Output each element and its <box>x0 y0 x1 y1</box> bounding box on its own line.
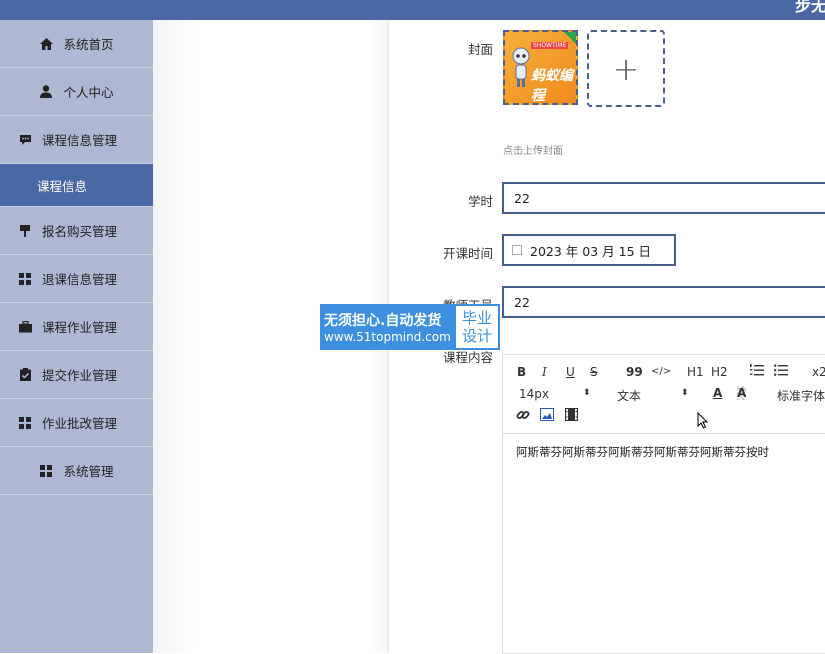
editor-content[interactable]: 阿斯蒂芬阿斯蒂芬阿斯蒂芬阿斯蒂芬阿斯蒂芬按时 <box>503 434 825 470</box>
sidebar-item-label: 作业批改管理 <box>42 416 118 431</box>
font-family-select[interactable]: 标准字体 <box>777 387 825 404</box>
grid-icon <box>18 416 32 430</box>
h2-button[interactable]: H2 <box>711 365 728 379</box>
background-color-icon[interactable]: A <box>737 386 747 400</box>
code-button[interactable]: </> <box>651 366 671 377</box>
plus-icon: + <box>612 49 640 88</box>
upload-cover-button[interactable]: + <box>587 30 665 107</box>
font-color-icon[interactable]: A <box>713 386 722 400</box>
robot-icon <box>512 47 530 87</box>
watermark-line1: 无须担心.自动发货 <box>324 313 442 329</box>
bold-button[interactable]: B <box>517 365 526 379</box>
watermark-tag2: 设计 <box>461 327 492 345</box>
chevron-updown-icon: ⬍ <box>681 388 689 398</box>
sidebar-item-label: 退课信息管理 <box>42 272 118 287</box>
sidebar-item-grading[interactable]: 作业批改管理 <box>0 399 153 447</box>
hours-value: 22 <box>514 190 530 206</box>
sidebar: 系统首页 个人中心 课程信息管理 课程信息 报名购买管理 退课信息管理 课程作业… <box>0 20 153 653</box>
sidebar-item-system[interactable]: 系统管理 <box>0 447 153 495</box>
bullet-list-icon[interactable] <box>774 363 788 380</box>
sidebar-item-label: 系统首页 <box>63 37 114 52</box>
ordered-list-icon[interactable] <box>750 363 764 380</box>
flag-icon <box>18 224 32 238</box>
sidebar-item-label: 课程作业管理 <box>42 320 118 335</box>
user-icon <box>39 85 53 99</box>
italic-button[interactable]: I <box>542 365 547 379</box>
grid-icon <box>39 464 53 478</box>
mouse-cursor-icon <box>697 412 709 429</box>
sidebar-item-withdrawal[interactable]: 退课信息管理 <box>0 255 153 303</box>
cover-label: 封面 <box>467 42 493 57</box>
sidebar-item-label: 系统管理 <box>63 464 114 479</box>
sidebar-item-homework[interactable]: 课程作业管理 <box>0 303 153 351</box>
app-title: 步无忧 <box>794 0 825 15</box>
watermark-tag: 毕业 设计 <box>454 304 500 350</box>
video-icon[interactable] <box>564 407 579 424</box>
editor-toolbar: B I U S 99 </> H1 H2 x2 14px ⬍ 文本 ⬍ A A … <box>503 355 825 434</box>
top-header: 步无忧 <box>0 0 825 20</box>
watermark-banner: 无须担心.自动发货 www.51topmind.com 毕业 设计 <box>320 304 500 350</box>
home-icon <box>39 37 53 51</box>
underline-button[interactable]: U <box>566 365 575 379</box>
sidebar-item-profile[interactable]: 个人中心 <box>0 68 153 116</box>
calendar-icon <box>512 245 522 255</box>
sidebar-item-home[interactable]: 系统首页 <box>0 20 153 68</box>
subscript-button[interactable]: x2 <box>812 365 825 379</box>
watermark-text-block: 无须担心.自动发货 www.51topmind.com <box>320 304 454 350</box>
text-type-select[interactable]: 文本 <box>617 387 641 404</box>
sidebar-item-label: 个人中心 <box>63 85 114 100</box>
rich-text-editor: B I U S 99 </> H1 H2 x2 14px ⬍ 文本 ⬍ A A … <box>502 354 825 654</box>
sidebar-item-course-info[interactable]: 课程信息 <box>0 164 153 207</box>
grid-icon <box>18 272 32 286</box>
teacher-id-input[interactable]: 22 <box>502 286 825 318</box>
h1-button[interactable]: H1 <box>687 365 704 379</box>
sidebar-item-label: 课程信息 <box>37 178 88 194</box>
cover-image[interactable]: SHOWTIME 蚂蚁编程 <box>503 30 578 105</box>
clipboard-check-icon <box>18 368 32 382</box>
cover-image-text: 蚂蚁编程 <box>531 68 573 104</box>
sidebar-item-submission[interactable]: 提交作业管理 <box>0 351 153 399</box>
watermark-line2: www.51topmind.com <box>324 330 451 344</box>
upload-hint: 点击上传封面 <box>503 146 563 157</box>
start-date-value: 2023 年 03 月 15 日 <box>530 243 651 259</box>
start-date-picker[interactable]: 2023 年 03 月 15 日 <box>502 234 676 266</box>
link-icon[interactable] <box>516 408 530 425</box>
sidebar-item-enrollment[interactable]: 报名购买管理 <box>0 207 153 255</box>
image-icon[interactable] <box>540 408 554 424</box>
sidebar-item-label: 提交作业管理 <box>42 368 118 383</box>
start-time-label: 开课时间 <box>442 246 493 261</box>
chevron-updown-icon: ⬍ <box>583 388 591 398</box>
watermark-tag1: 毕业 <box>461 309 492 327</box>
sidebar-item-label: 报名购买管理 <box>42 224 118 239</box>
briefcase-icon <box>18 320 32 334</box>
font-size-select[interactable]: 14px <box>519 387 549 401</box>
quote-button[interactable]: 99 <box>626 365 643 379</box>
sidebar-item-label: 课程信息管理 <box>42 133 118 148</box>
cover-badge: SHOWTIME <box>531 42 569 49</box>
hours-input[interactable]: 22 <box>502 182 825 214</box>
teacher-id-value: 22 <box>514 294 530 310</box>
sidebar-item-course-management[interactable]: 课程信息管理 <box>0 116 153 164</box>
comment-icon <box>18 133 32 147</box>
strike-button[interactable]: S <box>590 365 598 379</box>
hours-label: 学时 <box>467 194 493 209</box>
